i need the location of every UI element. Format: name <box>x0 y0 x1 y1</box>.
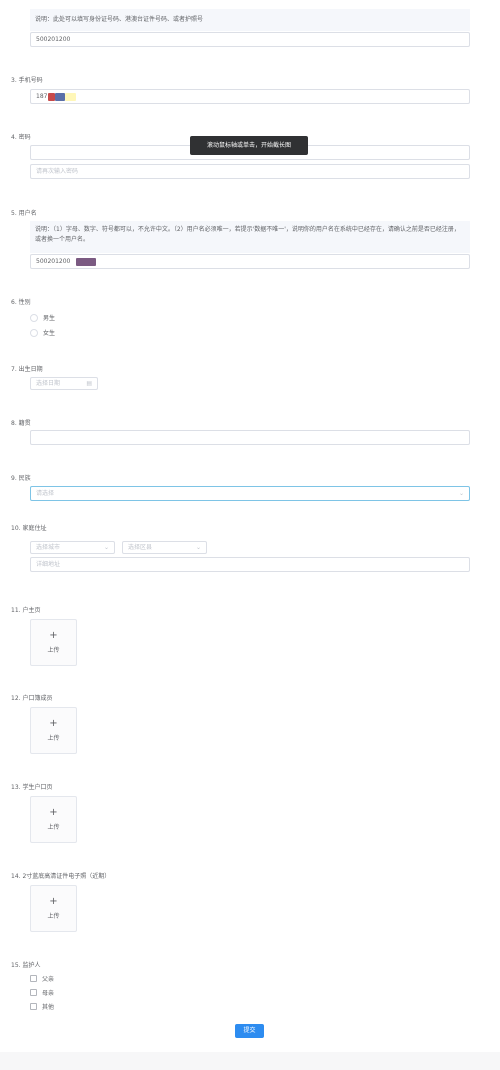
checkbox-icon[interactable] <box>30 1003 37 1010</box>
username-input[interactable]: 500201200 <box>30 254 470 269</box>
guardian-label: 15. 监护人 <box>11 962 41 969</box>
checkbox-icon[interactable] <box>30 989 37 996</box>
gender-option-male[interactable]: 男生 <box>30 313 55 322</box>
upload-text: 上传 <box>47 824 60 831</box>
username-label: 5. 用户名 <box>11 210 37 217</box>
ethnicity-select[interactable]: 请选择 ⌄ <box>30 486 470 501</box>
address-detail-placeholder: 详细地址 <box>36 561 61 568</box>
redaction-mark <box>76 258 96 266</box>
phone-label: 3. 手机号码 <box>11 77 43 84</box>
gender-option-female[interactable]: 女生 <box>30 328 55 337</box>
id-note-text: 说明：此处可以填写身份证号码、港澳台证件号码、或者护照号 <box>35 16 204 23</box>
guardian-option-other[interactable]: 其他 <box>30 1002 54 1011</box>
city-select[interactable]: 选择城市 ⌄ <box>30 541 115 554</box>
birthday-label: 7. 出生日期 <box>11 366 43 373</box>
redaction-mark <box>65 93 76 101</box>
plus-icon: + <box>49 630 58 641</box>
radio-icon[interactable] <box>30 313 38 322</box>
guardian-option-mother[interactable]: 母亲 <box>30 988 54 997</box>
chevron-down-icon: ⌄ <box>195 544 201 551</box>
address-label: 10. 家庭住址 <box>11 525 47 532</box>
city-placeholder: 选择城市 <box>36 544 61 551</box>
guardian-option-father[interactable]: 父亲 <box>30 974 54 983</box>
plus-icon: + <box>49 896 58 907</box>
address-detail-input[interactable]: 详细地址 <box>30 557 470 572</box>
gender-option-label: 女生 <box>43 330 56 337</box>
guardian-option-label: 母亲 <box>42 990 55 997</box>
upload-label-id-photo: 14. 2寸蓝底高清证件电子照（近期） <box>11 873 111 880</box>
guardian-option-label: 其他 <box>42 1004 55 1011</box>
ethnicity-placeholder: 请选择 <box>36 490 55 497</box>
id-number-input[interactable]: 500201200 <box>30 32 470 47</box>
chevron-down-icon: ⌄ <box>458 490 464 497</box>
password-confirm-placeholder: 请再次输入密码 <box>36 168 79 175</box>
district-select[interactable]: 选择区县 ⌄ <box>122 541 207 554</box>
hometown-label: 8. 籍贯 <box>11 420 31 427</box>
page-footer <box>0 1052 500 1070</box>
district-placeholder: 选择区县 <box>128 544 153 551</box>
redaction-mark <box>48 93 55 101</box>
birthday-placeholder: 选择日期 <box>36 380 61 387</box>
guardian-option-label: 父亲 <box>42 976 55 983</box>
screenshot-tooltip: 滚动鼠标轴或单击，开始截长图 <box>190 136 308 155</box>
password-confirm-input[interactable]: 请再次输入密码 <box>30 164 470 179</box>
upload-label-household-head: 11. 户主页 <box>11 607 41 614</box>
gender-option-label: 男生 <box>43 315 56 322</box>
id-note: 说明：此处可以填写身份证号码、港澳台证件号码、或者护照号 <box>30 9 470 31</box>
plus-icon: + <box>49 807 58 818</box>
checkbox-icon[interactable] <box>30 975 37 982</box>
plus-icon: + <box>49 718 58 729</box>
upload-text: 上传 <box>47 735 60 742</box>
upload-button-id-photo[interactable]: + 上传 <box>30 885 77 932</box>
upload-label-student-household: 13. 学生户口页 <box>11 784 53 791</box>
chevron-down-icon: ⌄ <box>103 544 109 551</box>
phone-value: 187 <box>36 93 48 100</box>
upload-label-household-members: 12. 户口簿成员 <box>11 695 53 702</box>
gender-label: 6. 性别 <box>11 299 31 306</box>
phone-input[interactable]: 187 <box>30 89 470 104</box>
id-number-value: 500201200 <box>36 36 71 43</box>
upload-text: 上传 <box>47 647 60 654</box>
username-value: 500201200 <box>36 258 71 265</box>
upload-button-student-household[interactable]: + 上传 <box>30 796 77 843</box>
upload-button-household-members[interactable]: + 上传 <box>30 707 77 754</box>
username-note-text: 说明：（1）字母、数字、符号都可以，不允许中文。（2）用户名必须唯一，若提示'数… <box>35 226 460 243</box>
password-label: 4. 密码 <box>11 134 31 141</box>
calendar-icon: ▤ <box>86 380 92 387</box>
submit-button[interactable]: 提交 <box>235 1024 264 1038</box>
ethnicity-label: 9. 民族 <box>11 475 31 482</box>
redaction-mark <box>55 93 65 101</box>
upload-text: 上传 <box>47 913 60 920</box>
birthday-date-picker[interactable]: 选择日期 ▤ <box>30 377 98 390</box>
radio-icon[interactable] <box>30 328 38 337</box>
username-note: 说明：（1）字母、数字、符号都可以，不允许中文。（2）用户名必须唯一，若提示'数… <box>30 221 470 253</box>
hometown-input[interactable] <box>30 430 470 445</box>
upload-button-household-head[interactable]: + 上传 <box>30 619 77 666</box>
